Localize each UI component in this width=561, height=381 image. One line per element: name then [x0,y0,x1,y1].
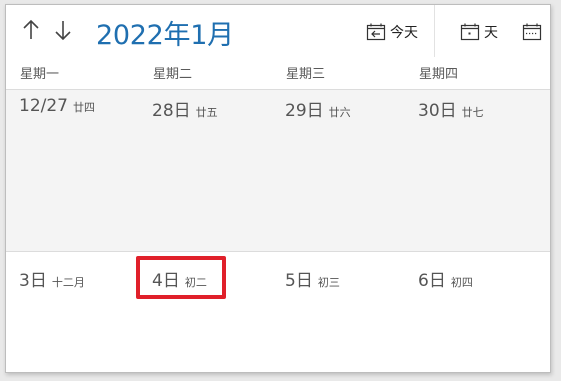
day-number: 5日 [285,271,313,291]
weekday-label: 星期一 [20,67,60,82]
day-cell[interactable]: 3日 十二月 [6,252,139,372]
arrow-down-icon [55,21,71,41]
day-number: 4日 [152,271,180,291]
day-number: 28日 [152,101,191,121]
day-cell[interactable]: 6日 初四 [405,252,550,372]
previous-month-button[interactable] [18,15,44,45]
day-cell[interactable]: 5日 初三 [272,252,405,372]
lunar-date: 廿七 [461,106,484,119]
today-button[interactable]: 今天 [366,19,418,45]
week-view-button[interactable] [522,19,546,45]
lunar-date: 廿五 [195,106,218,119]
day-number: 3日 [19,271,47,291]
lunar-date: 初四 [450,276,473,289]
calendar-toolbar: 2022年1月 今天 天 [6,5,550,57]
day-number: 29日 [285,101,324,121]
calendar-week-icon [522,23,542,41]
next-month-button[interactable] [50,15,76,45]
day-cell[interactable]: 28日 廿五 [139,90,272,251]
calendar-window: 2022年1月 今天 天 星期一 星期二 星期三 星期四 12/27 廿四 28… [5,4,551,373]
weekday-label: 星期四 [419,67,459,82]
day-cell[interactable]: 4日 初二 [139,252,272,372]
today-label: 今天 [390,25,418,41]
lunar-date: 初二 [184,276,207,289]
lunar-date: 初三 [317,276,340,289]
calendar-day-icon [460,23,480,41]
day-number: 12/27 [19,96,68,116]
day-cell[interactable]: 30日 廿七 [405,90,550,251]
lunar-date: 廿六 [328,106,351,119]
lunar-date: 廿四 [73,101,95,114]
week-row: 3日 十二月 4日 初二 5日 初三 6日 初四 [6,252,550,372]
day-number: 6日 [418,271,446,291]
weekday-label: 星期二 [153,67,193,82]
month-title[interactable]: 2022年1月 [96,13,234,52]
week-row: 12/27 廿四 28日 廿五 29日 廿六 30日 廿七 [6,90,550,251]
lunar-date: 十二月 [51,276,85,289]
day-cell[interactable]: 12/27 廿四 [6,90,139,251]
arrow-up-icon [23,19,39,39]
day-cell[interactable]: 29日 廿六 [272,90,405,251]
weekday-label: 星期三 [286,67,326,82]
calendar-today-icon [366,23,386,41]
weekday-header: 星期一 星期二 星期三 星期四 [6,61,550,89]
day-number: 30日 [418,101,457,121]
toolbar-divider [434,5,435,57]
day-view-button[interactable]: 天 [460,19,498,45]
day-view-label: 天 [484,25,498,41]
